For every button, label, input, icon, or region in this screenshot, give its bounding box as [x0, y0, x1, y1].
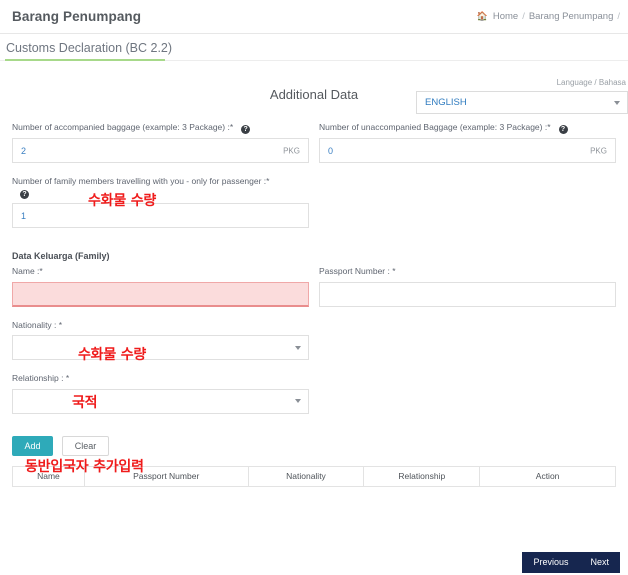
question-mark-icon[interactable]: ?: [558, 125, 568, 134]
relationship-select[interactable]: [12, 388, 309, 414]
nationality-field: Nationality : *: [12, 319, 309, 361]
next-button[interactable]: Next: [579, 552, 620, 573]
name-label: Name :*: [12, 266, 43, 277]
breadcrumb-separator-2: /: [617, 11, 620, 22]
annotation-companion: 동반입국자 추가입력: [25, 459, 144, 475]
relationship-row: Relationship : *: [12, 373, 616, 414]
form-content: Additional Data Number of accompanied ba…: [0, 87, 628, 487]
family-count-input[interactable]: [12, 203, 309, 229]
question-mark-icon[interactable]: ?: [241, 125, 251, 134]
language-label: Language / Bahasa: [556, 78, 626, 87]
footer-navigation: Previous Next: [522, 552, 620, 573]
annotation-nationality: 국적: [72, 395, 98, 411]
family-group-title: Data Keluarga (Family): [12, 251, 110, 262]
question-mark-icon[interactable]: ?: [20, 190, 29, 200]
annotation-name-quantity: 수화물 수량: [78, 347, 147, 363]
annotation-baggage-quantity: 수화물 수량: [88, 193, 157, 209]
nationality-select[interactable]: [12, 335, 309, 361]
home-icon: 🏠: [476, 11, 488, 21]
accompanied-baggage-input-group: PKG: [12, 138, 309, 163]
baggage-row: Number of accompanied baggage (example: …: [12, 122, 616, 176]
unaccompanied-baggage-label-text: Number of unaccompanied Baggage (example…: [319, 122, 551, 132]
breadcrumb-home[interactable]: Home: [493, 11, 518, 22]
family-count-label: Number of family members travelling with…: [12, 176, 309, 200]
breadcrumb-separator: /: [522, 11, 525, 22]
column-header-action: Action: [479, 465, 616, 487]
chevron-down-icon: [295, 399, 301, 404]
unaccompanied-baggage-input-group: PKG: [319, 138, 616, 163]
accompanied-baggage-label-text: Number of accompanied baggage (example: …: [12, 122, 234, 132]
page-title: Barang Penumpang: [12, 9, 142, 24]
relationship-label: Relationship : *: [12, 373, 70, 384]
name-input[interactable]: [12, 281, 309, 307]
page-root: Barang Penumpang 🏠 Home / Barang Penumpa…: [0, 0, 628, 575]
previous-button[interactable]: Previous: [522, 552, 579, 573]
family-name-row: Name :* Passport Number : *: [12, 266, 616, 307]
nationality-label: Nationality : *: [12, 319, 63, 330]
unaccompanied-baggage-label: Number of unaccompanied Baggage (example…: [319, 122, 616, 134]
passport-number-input[interactable]: [319, 281, 616, 307]
section-title: Customs Declaration (BC 2.2): [6, 41, 173, 55]
passport-number-label: Passport Number : *: [319, 266, 396, 277]
unaccompanied-baggage-field: Number of unaccompanied Baggage (example…: [319, 122, 616, 163]
unaccompanied-baggage-input[interactable]: [319, 138, 616, 163]
breadcrumb-current[interactable]: Barang Penumpang: [529, 11, 614, 22]
top-header-bar: Barang Penumpang 🏠 Home / Barang Penumpa…: [0, 0, 628, 34]
accompanied-baggage-input[interactable]: [12, 138, 309, 163]
clear-button[interactable]: Clear: [62, 435, 109, 456]
relationship-field: Relationship : *: [12, 373, 309, 414]
breadcrumb: 🏠 Home / Barang Penumpang /: [477, 11, 620, 22]
column-header-relationship: Relationship: [363, 465, 481, 487]
chevron-down-icon: [295, 345, 301, 350]
section-title-bar: Customs Declaration (BC 2.2): [0, 34, 628, 61]
accompanied-baggage-label: Number of accompanied baggage (example: …: [12, 122, 309, 134]
column-header-nationality: Nationality: [247, 465, 365, 487]
family-action-buttons: Add Clear: [12, 435, 616, 456]
name-field: Name :*: [12, 266, 309, 307]
family-count-input-group: [12, 203, 309, 229]
family-count-label-text: Number of family members travelling with…: [12, 176, 270, 186]
add-button[interactable]: Add: [12, 435, 53, 456]
passport-number-field: Passport Number : *: [319, 266, 616, 307]
accompanied-baggage-field: Number of accompanied baggage (example: …: [12, 122, 309, 163]
family-count-field: Number of family members travelling with…: [12, 176, 309, 229]
section-active-underline: [5, 59, 165, 61]
form-heading: Additional Data: [269, 87, 359, 102]
